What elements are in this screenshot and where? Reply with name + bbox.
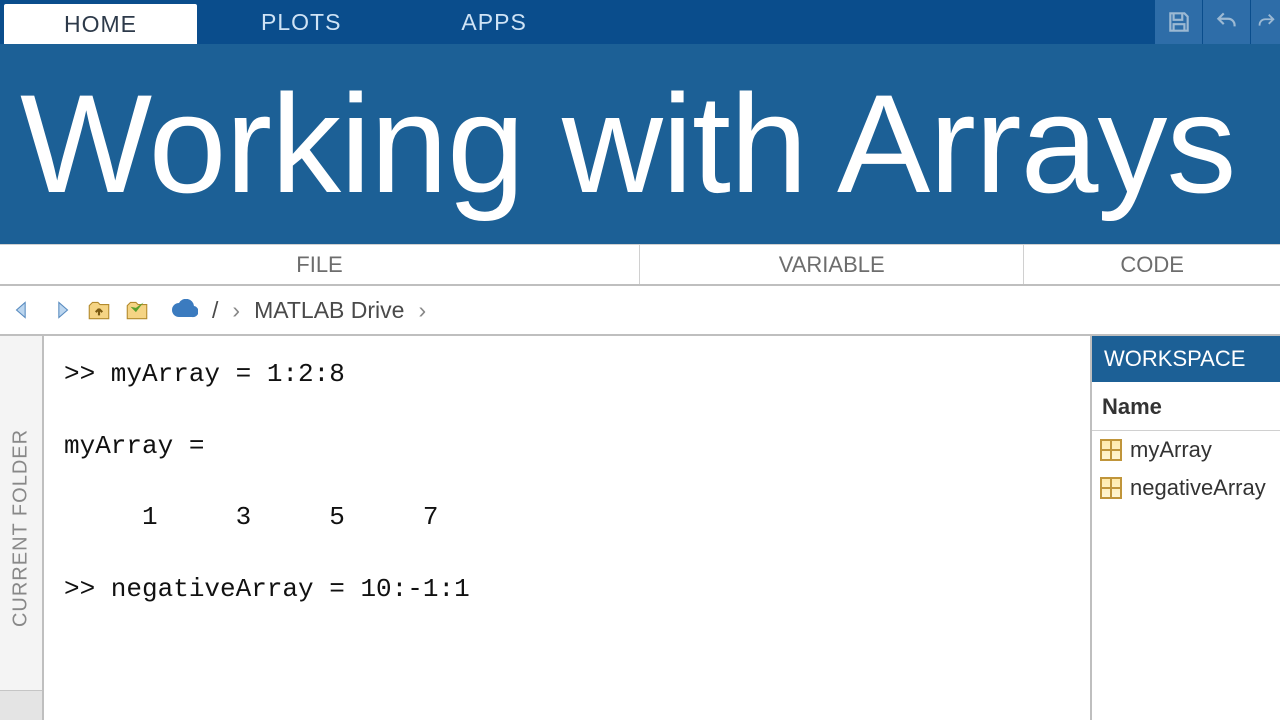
current-folder-panel[interactable]: CURRENT FOLDER bbox=[0, 336, 44, 720]
workspace-title: WORKSPACE bbox=[1092, 336, 1280, 382]
browse-folder-icon[interactable] bbox=[122, 295, 152, 325]
tab-plots[interactable]: PLOTS bbox=[201, 0, 401, 44]
workspace-var[interactable]: myArray bbox=[1092, 431, 1280, 469]
cmd-output: myArray = bbox=[64, 426, 1070, 468]
cmd-line: >> myArray = 1:2:8 bbox=[64, 354, 1070, 396]
undo-icon[interactable] bbox=[1202, 0, 1250, 44]
variable-icon bbox=[1100, 439, 1122, 461]
command-window[interactable]: >> myArray = 1:2:8 myArray = 1 3 5 7 >> … bbox=[44, 336, 1090, 720]
path-toolbar: / › MATLAB Drive › bbox=[0, 286, 1280, 336]
section-file: FILE bbox=[0, 245, 640, 284]
chevron-right-icon: › bbox=[232, 297, 240, 324]
ribbon-sections: FILE VARIABLE CODE bbox=[0, 244, 1280, 286]
save-icon[interactable] bbox=[1154, 0, 1202, 44]
section-code: CODE bbox=[1024, 245, 1280, 284]
breadcrumb-folder[interactable]: MATLAB Drive bbox=[254, 297, 404, 324]
workspace-panel: WORKSPACE Name myArray negativeArray bbox=[1090, 336, 1280, 720]
nav-forward-icon[interactable] bbox=[46, 295, 76, 325]
video-title-overlay: Working with Arrays bbox=[0, 44, 1280, 244]
current-folder-label: CURRENT FOLDER bbox=[10, 429, 33, 627]
variable-icon bbox=[1100, 477, 1122, 499]
tab-home[interactable]: HOME bbox=[4, 4, 197, 44]
breadcrumb-root: / bbox=[212, 297, 218, 324]
workspace-var-name: negativeArray bbox=[1130, 475, 1266, 501]
chevron-right-icon: › bbox=[418, 297, 426, 324]
quick-access-toolbar bbox=[1154, 0, 1280, 44]
workspace-var-name: myArray bbox=[1130, 437, 1212, 463]
workspace-column-name[interactable]: Name bbox=[1092, 382, 1280, 431]
cloud-icon bbox=[170, 299, 198, 321]
tab-apps[interactable]: APPS bbox=[401, 0, 586, 44]
ribbon-tabs: HOME PLOTS APPS bbox=[0, 0, 1280, 44]
section-variable: VARIABLE bbox=[640, 245, 1024, 284]
workspace-var[interactable]: negativeArray bbox=[1092, 469, 1280, 507]
breadcrumb[interactable]: / › MATLAB Drive › bbox=[170, 297, 426, 324]
redo-icon[interactable] bbox=[1250, 0, 1280, 44]
cmd-line: >> negativeArray = 10:-1:1 bbox=[64, 569, 1070, 611]
panel-drag-handle[interactable] bbox=[0, 690, 42, 720]
up-folder-icon[interactable] bbox=[84, 295, 114, 325]
main-area: CURRENT FOLDER >> myArray = 1:2:8 myArra… bbox=[0, 336, 1280, 720]
nav-back-icon[interactable] bbox=[8, 295, 38, 325]
cmd-output: 1 3 5 7 bbox=[64, 497, 1070, 539]
